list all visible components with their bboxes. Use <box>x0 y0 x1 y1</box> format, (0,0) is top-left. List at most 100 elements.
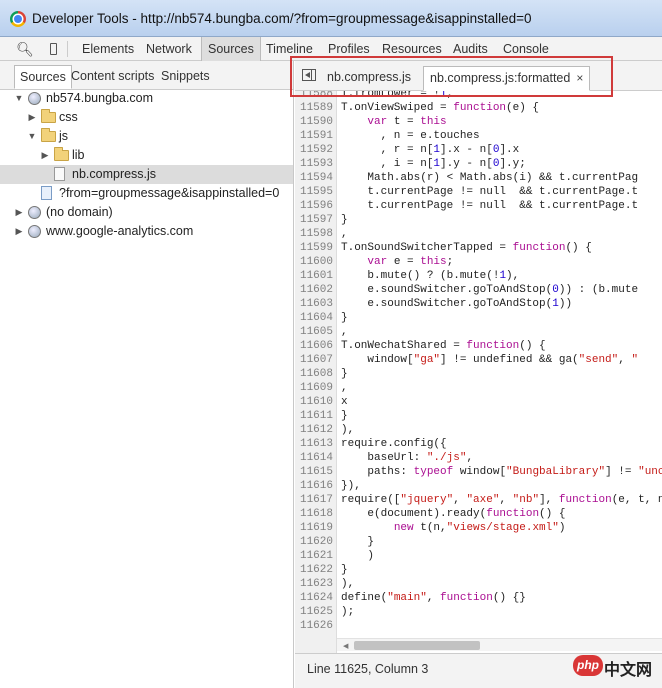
line-number: 11609 <box>299 382 333 394</box>
tab-console[interactable]: Console <box>497 37 555 61</box>
collapsed-arrow-icon[interactable]: ▶ <box>14 222 24 241</box>
code-line: paths: typeof window["BungbaLibrary"] !=… <box>341 466 662 478</box>
tab-elements[interactable]: Elements <box>76 37 140 61</box>
code-line: e.soundSwitcher.goToAndStop(1)) <box>341 298 573 310</box>
globe-icon <box>28 225 41 238</box>
line-number: 11622 <box>299 564 333 576</box>
line-number: 11624 <box>299 592 333 604</box>
tree-item[interactable]: ▼ js <box>0 127 293 146</box>
code-line: } <box>341 410 348 422</box>
tree-item[interactable]: ▶ lib <box>0 146 293 165</box>
code-line: }), <box>341 480 361 492</box>
editor-tab-label: nb.compress.js <box>327 70 412 84</box>
tab-profiles[interactable]: Profiles <box>322 37 376 61</box>
tab-timeline[interactable]: Timeline <box>260 37 319 61</box>
code-line: T.fromLower = !1, <box>341 91 454 100</box>
tree-item-label: www.google-analytics.com <box>46 224 194 238</box>
tree-item[interactable]: ▶ css <box>0 108 293 127</box>
source-editor: nb.compress.js nb.compress.js:formatted × … <box>295 61 662 688</box>
tab-network[interactable]: Network <box>140 37 198 61</box>
line-number: 11606 <box>299 340 333 352</box>
editor-tab-label: nb.compress.js:formatted <box>430 71 571 85</box>
line-number: 11617 <box>299 494 333 506</box>
line-number: 11602 <box>299 284 333 296</box>
code-line: , <box>341 326 348 338</box>
editor-tab[interactable]: nb.compress.js:formatted × <box>423 66 591 91</box>
navigator-tabs: Sources Content scripts Snippets <box>0 61 293 90</box>
watermark-logo: php 中文网 <box>573 655 658 680</box>
code-line: } <box>341 214 348 226</box>
line-number: 11590 <box>299 116 333 128</box>
line-number: 11625 <box>299 606 333 618</box>
line-number: 11593 <box>299 158 333 170</box>
tree-item[interactable]: ▶ www.google-analytics.com <box>0 222 293 241</box>
mobile-device-icon[interactable] <box>43 39 63 59</box>
tree-item[interactable]: nb.compress.js <box>0 165 293 184</box>
collapsed-arrow-icon[interactable]: ▶ <box>14 203 24 222</box>
search-icon[interactable]: 🔍︎ <box>15 39 35 59</box>
line-number: 11626 <box>299 620 333 632</box>
line-number: 11588 <box>299 91 333 100</box>
code-line: ), <box>341 578 355 590</box>
document-icon <box>41 186 52 200</box>
line-number: 11614 <box>299 452 333 464</box>
toggle-navigator-icon[interactable] <box>302 69 316 81</box>
line-number: 11598 <box>299 228 333 240</box>
code-line: } <box>341 312 348 324</box>
code-line: new t(n,"views/stage.xml") <box>393 522 566 534</box>
devtools-window: Developer Tools - http://nb574.bungba.co… <box>0 0 662 688</box>
line-number: 11594 <box>299 172 333 184</box>
close-icon[interactable]: × <box>576 71 583 85</box>
tab-audits[interactable]: Audits <box>447 37 494 61</box>
tab-sources[interactable]: Sources <box>201 37 261 61</box>
code-line: , <box>341 382 348 394</box>
code-line: T.onSoundSwitcherTapped = function() { <box>341 242 592 254</box>
nav-tab-content-scripts[interactable]: Content scripts <box>66 65 159 89</box>
editor-tab[interactable]: nb.compress.js <box>321 66 417 91</box>
line-number: 11607 <box>299 354 333 366</box>
line-number: 11619 <box>299 522 333 534</box>
collapsed-arrow-icon[interactable]: ▶ <box>27 108 37 127</box>
code-line: e.soundSwitcher.goToAndStop(0)) : (b.mut… <box>341 284 639 296</box>
toolbar-separator <box>67 41 68 57</box>
code-line: x <box>341 396 348 408</box>
line-number: 11608 <box>299 368 333 380</box>
line-number: 11616 <box>299 480 333 492</box>
line-number: 11597 <box>299 214 333 226</box>
collapsed-arrow-icon[interactable]: ▶ <box>40 146 50 165</box>
code-line: , i = n[1].y - n[0].y; <box>341 158 526 170</box>
nav-tab-snippets[interactable]: Snippets <box>156 65 215 89</box>
scrollbar-thumb[interactable] <box>354 641 480 650</box>
expanded-arrow-icon[interactable]: ▼ <box>27 127 37 146</box>
watermark-badge: php <box>573 655 603 676</box>
expanded-arrow-icon[interactable]: ▼ <box>14 89 24 108</box>
line-number: 11591 <box>299 130 333 142</box>
tab-resources[interactable]: Resources <box>376 37 448 61</box>
folder-icon <box>41 109 56 123</box>
code-line: ), <box>341 424 355 436</box>
tree-item-label: js <box>59 129 69 143</box>
tree-item[interactable]: ▶ (no domain) <box>0 203 293 222</box>
code-view[interactable]: 11588 11589 11590 11591 11592 11593 11594 11595… <box>295 91 662 669</box>
line-number: 11618 <box>299 508 333 520</box>
horizontal-scrollbar[interactable]: ◀ <box>337 638 662 651</box>
line-number: 11620 <box>299 536 333 548</box>
tree-item-label: css <box>59 110 78 124</box>
code-line: var e = this; <box>367 256 454 268</box>
line-number: 11604 <box>299 312 333 324</box>
code-line: t.currentPage != null && t.currentPage.t <box>341 186 639 198</box>
cursor-position: Line 11625, Column 3 <box>307 662 429 676</box>
scroll-left-arrow-icon[interactable]: ◀ <box>343 642 348 650</box>
code-line: require(["jquery", "axe", "nb"], functio… <box>341 494 662 506</box>
line-number: 11599 <box>299 242 333 254</box>
tree-item[interactable]: ?from=groupmessage&isappinstalled=0 <box>0 184 293 203</box>
line-number: 11612 <box>299 424 333 436</box>
tree-item-label: lib <box>72 148 85 162</box>
line-number: 11601 <box>299 270 333 282</box>
line-number: 11621 <box>299 550 333 562</box>
tree-item[interactable]: ▼ nb574.bungba.com <box>0 89 293 108</box>
nav-tab-sources[interactable]: Sources <box>14 65 72 89</box>
line-number: 11611 <box>299 410 333 422</box>
code-line: var t = this <box>367 116 447 128</box>
window-title: Developer Tools - http://nb574.bungba.co… <box>32 11 532 26</box>
